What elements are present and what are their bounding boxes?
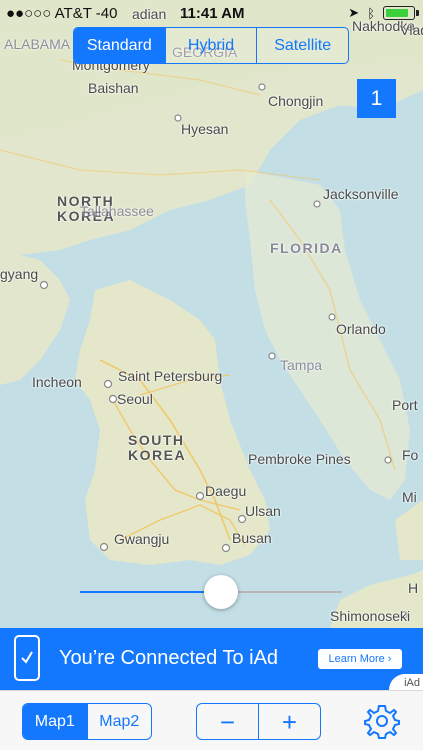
zoom-in-button[interactable]: + bbox=[259, 704, 320, 739]
map-label-daegu: Daegu bbox=[205, 483, 247, 499]
map-label-pembroke-pines: Pembroke Pines bbox=[248, 451, 351, 467]
map-label-mi: Mi bbox=[402, 489, 417, 505]
map-label-south: SOUTH bbox=[128, 432, 185, 448]
iad-corner-label: iAd bbox=[389, 674, 423, 690]
map-label-baishan: Baishan bbox=[88, 80, 139, 96]
map2-button[interactable]: Map2 bbox=[88, 704, 152, 739]
slider-fill bbox=[80, 591, 222, 593]
map-label-pyongyang: gyang bbox=[0, 266, 39, 282]
map-label-busan: Busan bbox=[232, 530, 272, 546]
map-label-h: H bbox=[408, 580, 419, 596]
map-label-gwangju: Gwangju bbox=[114, 531, 170, 547]
bluetooth-icon: ᛒ bbox=[367, 5, 375, 21]
learn-more-button[interactable]: Learn More › bbox=[318, 649, 402, 669]
map-label-incheon: Incheon bbox=[32, 374, 82, 390]
map1-button[interactable]: Map1 bbox=[23, 704, 88, 739]
map-type-hybrid[interactable]: Hybrid bbox=[164, 28, 257, 63]
map-label-orlando: Orlando bbox=[336, 321, 386, 337]
map-label-ulsan: Ulsan bbox=[245, 503, 281, 519]
map-label-fo: Fo bbox=[402, 447, 419, 463]
iad-headline: You’re Connected To iAd bbox=[59, 647, 279, 669]
map-label-tallahassee: Tallahassee bbox=[80, 203, 154, 219]
status-time: 11:41 AM bbox=[180, 5, 245, 22]
phone-check-icon bbox=[14, 635, 40, 681]
overlay-count-badge[interactable]: 1 bbox=[357, 79, 396, 118]
map-selector: Map1 Map2 bbox=[22, 703, 152, 740]
map-label-florida: FLORIDA bbox=[270, 240, 343, 256]
bottom-toolbar: Map1 Map2 − + bbox=[0, 690, 423, 750]
map-label-shimonoseki: Shimonoseki bbox=[330, 608, 411, 624]
map-label-saint-petersburg: Saint Petersburg bbox=[118, 368, 223, 384]
map-type-standard[interactable]: Standard bbox=[74, 28, 165, 63]
location-arrow-icon: ➤ bbox=[348, 5, 360, 20]
map-label-port: Port bbox=[392, 397, 418, 413]
carrier-signal: ●●○○○ AT&T -40 bbox=[6, 5, 118, 22]
slider-thumb[interactable] bbox=[204, 575, 239, 609]
status-bar: ●●○○○ AT&T -40 11:41 AM ➤ ᛒ bbox=[0, 0, 423, 28]
status-icons: ➤ ᛒ bbox=[348, 5, 419, 21]
map-label-seoul: Seoul bbox=[117, 391, 153, 407]
opacity-slider[interactable] bbox=[80, 575, 342, 609]
map-label-jacksonville: Jacksonville bbox=[323, 186, 399, 202]
iad-banner[interactable]: You’re Connected To iAd Learn More › iAd bbox=[0, 628, 423, 690]
settings-gear-icon[interactable] bbox=[364, 703, 400, 739]
map-type-satellite[interactable]: Satellite bbox=[256, 28, 348, 63]
map-label-korea-south: KOREA bbox=[128, 447, 187, 463]
map-label-tampa: Tampa bbox=[280, 357, 323, 373]
map-label-chongjin: Chongjin bbox=[268, 93, 324, 109]
map-type-control: Standard Hybrid Satellite bbox=[73, 27, 349, 64]
zoom-out-button[interactable]: − bbox=[197, 704, 259, 739]
zoom-control: − + bbox=[196, 703, 321, 740]
map-label-hyesan: Hyesan bbox=[181, 121, 229, 137]
map-label-alabama: ALABAMA bbox=[4, 36, 71, 52]
battery-icon bbox=[383, 6, 419, 20]
